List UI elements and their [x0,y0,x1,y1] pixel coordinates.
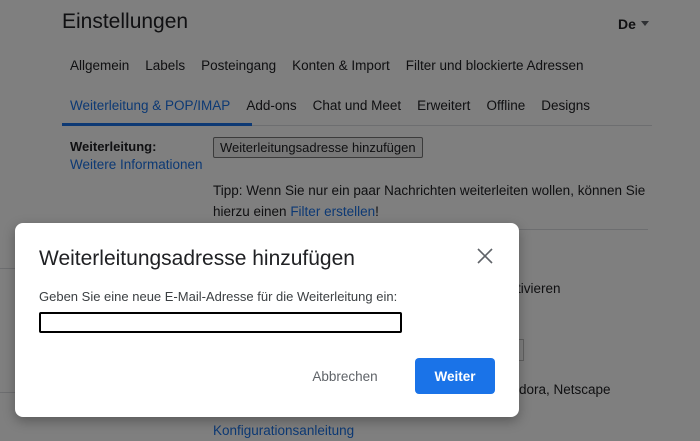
forwarding-email-input[interactable] [39,312,402,333]
next-button[interactable]: Weiter [415,358,495,394]
cancel-button[interactable]: Abbrechen [305,359,385,393]
dialog-prompt: Geben Sie eine neue E-Mail-Adresse für d… [39,289,398,304]
dialog-title: Weiterleitungsadresse hinzufügen [39,247,355,270]
add-forwarding-dialog: Weiterleitungsadresse hinzufügen Geben S… [15,223,519,417]
close-icon[interactable] [475,246,495,266]
close-icon-glyph [477,248,493,264]
